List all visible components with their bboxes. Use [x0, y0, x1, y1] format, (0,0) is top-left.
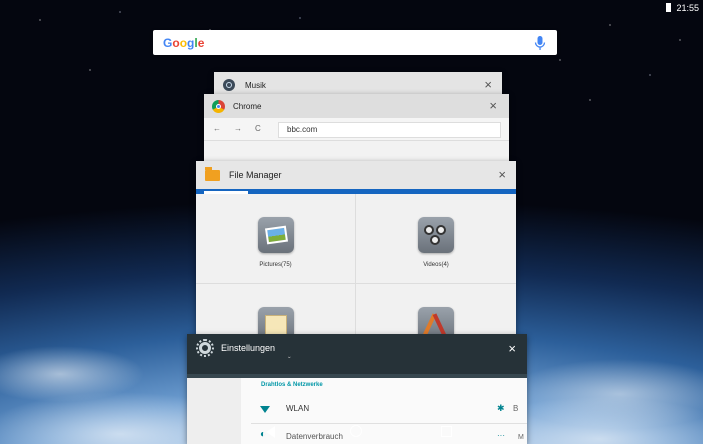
- videos-icon: [418, 217, 454, 253]
- category-pictures[interactable]: Pictures(75): [196, 194, 356, 284]
- file-manager-title: File Manager: [229, 170, 282, 180]
- music-app-icon: [223, 79, 235, 91]
- wifi-icon: [260, 406, 270, 413]
- recents-icon[interactable]: [441, 426, 452, 437]
- reload-icon[interactable]: C: [255, 124, 261, 133]
- file-manager-header: File Manager: [196, 161, 516, 189]
- close-settings-button[interactable]: ×: [508, 341, 516, 356]
- close-file-manager-button[interactable]: ×: [498, 168, 506, 181]
- settings-header: Einstellungen ˇ ×: [187, 334, 527, 374]
- chevron-down-icon: ˇ: [288, 356, 291, 365]
- setting-item-bluetooth[interactable]: B: [513, 404, 518, 413]
- chrome-title: Chrome: [233, 101, 262, 111]
- file-manager-grid: Pictures(75) Videos(4): [196, 194, 516, 351]
- back-icon[interactable]: [266, 426, 275, 438]
- microphone-icon[interactable]: [533, 35, 547, 51]
- category-videos[interactable]: Videos(4): [356, 194, 516, 284]
- gear-icon: [196, 339, 214, 357]
- address-bar[interactable]: bbc.com: [278, 122, 501, 138]
- back-arrow-icon[interactable]: ←: [213, 124, 221, 133]
- close-chrome-button[interactable]: ×: [489, 99, 497, 112]
- close-musik-button[interactable]: ×: [484, 78, 492, 91]
- category-label: Pictures(75): [259, 262, 292, 268]
- status-bar: 21:55: [0, 0, 703, 18]
- setting-item-wlan[interactable]: WLAN: [286, 404, 309, 413]
- bluetooth-icon: ✱: [497, 403, 505, 413]
- folder-icon: [205, 166, 220, 181]
- forward-arrow-icon[interactable]: →: [234, 124, 242, 133]
- chrome-header: Chrome: [204, 94, 509, 118]
- google-logo: Google: [163, 36, 205, 50]
- chrome-icon: [212, 99, 225, 113]
- musik-title: Musik: [245, 80, 266, 90]
- battery-icon: [666, 3, 671, 12]
- chrome-toolbar: ← → C bbc.com: [204, 118, 509, 141]
- recent-card-file-manager[interactable]: File Manager × Pictures(75) Videos(4): [196, 161, 516, 351]
- settings-title: Einstellungen: [221, 343, 276, 353]
- pictures-icon: [257, 217, 294, 253]
- home-icon[interactable]: [350, 425, 362, 437]
- google-search-bar[interactable]: Google: [153, 30, 557, 55]
- category-label: Videos(4): [423, 262, 449, 268]
- status-time: 21:55: [676, 3, 699, 13]
- section-header: Drahtlos & Netzwerke: [261, 382, 323, 388]
- navigation-bar: [0, 422, 703, 444]
